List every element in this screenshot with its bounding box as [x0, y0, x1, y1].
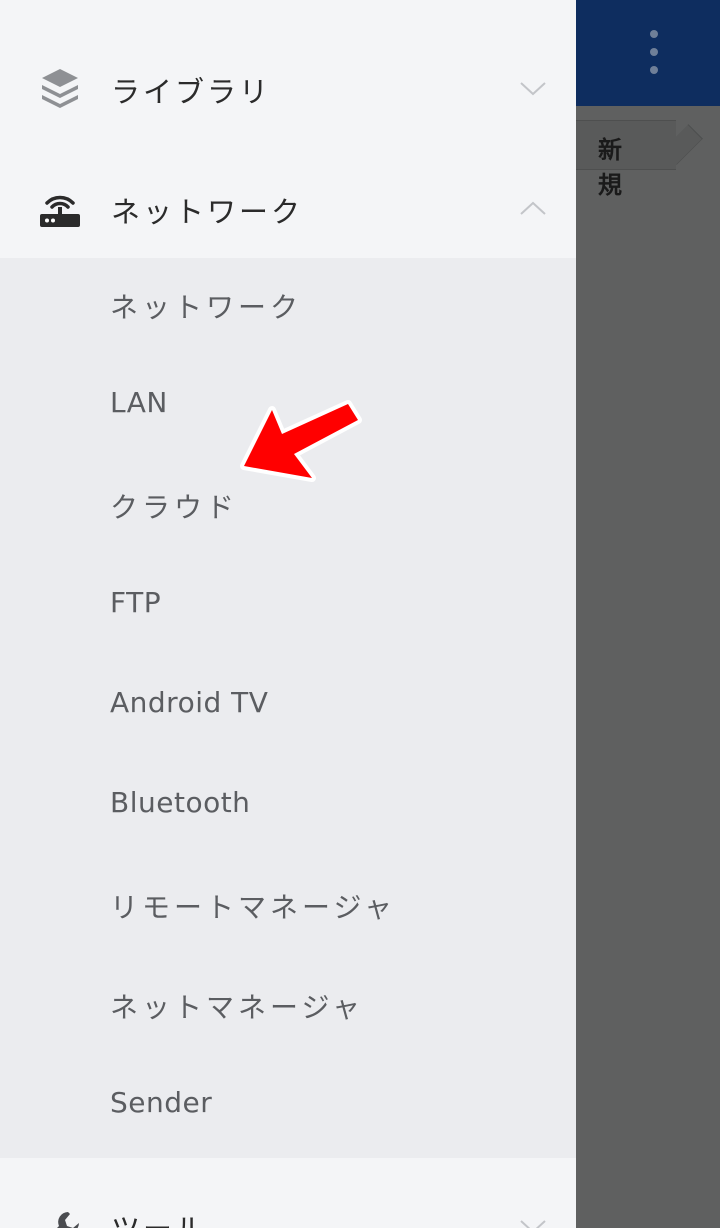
nav-group-label: ネットワーク	[111, 195, 304, 229]
submenu-item-label: Bluetooth	[110, 786, 251, 819]
submenu-item-net-manager[interactable]: ネットマネージャ	[0, 958, 576, 1058]
submenu-item-lan[interactable]: LAN	[0, 358, 576, 458]
submenu-item-label: ネットワーク	[110, 291, 303, 324]
submenu-item-label: ネットマネージャ	[110, 991, 365, 1024]
chevron-up-icon[interactable]	[518, 198, 548, 218]
navigation-drawer: ライブラリ ネットワーク ネットワーク LAN クラウド FTP Android…	[0, 0, 576, 1228]
nav-group-label: ツール	[111, 1206, 207, 1228]
nav-group-label: ライブラリ	[111, 75, 272, 109]
submenu-item-label: Sender	[110, 1086, 213, 1119]
submenu-item-cloud[interactable]: クラウド	[0, 458, 576, 558]
submenu-item-network[interactable]: ネットワーク	[0, 258, 576, 358]
nav-group-tools[interactable]: ツール	[0, 1158, 576, 1228]
more-options-icon[interactable]	[636, 26, 672, 78]
submenu-item-label: Android TV	[110, 686, 269, 719]
submenu-item-ftp[interactable]: FTP	[0, 558, 576, 658]
layers-icon	[42, 69, 78, 108]
breadcrumb-new-label: 新規	[598, 136, 623, 199]
chevron-down-icon[interactable]	[518, 78, 548, 98]
submenu-item-bluetooth[interactable]: Bluetooth	[0, 758, 576, 858]
nav-group-library[interactable]: ライブラリ	[0, 28, 576, 148]
submenu-item-label: LAN	[110, 386, 168, 419]
chevron-down-icon[interactable]	[518, 1216, 548, 1228]
network-submenu: ネットワーク LAN クラウド FTP Android TV Bluetooth…	[0, 258, 576, 1158]
submenu-item-android-tv[interactable]: Android TV	[0, 658, 576, 758]
wrench-icon	[57, 1212, 79, 1228]
submenu-item-label: リモートマネージャ	[110, 891, 397, 924]
nav-group-network[interactable]: ネットワーク	[0, 148, 576, 268]
submenu-item-label: FTP	[110, 586, 162, 619]
submenu-item-remote-manager[interactable]: リモートマネージャ	[0, 858, 576, 958]
submenu-item-label: クラウド	[110, 491, 239, 524]
submenu-item-sender[interactable]: Sender	[0, 1058, 576, 1158]
router-icon	[40, 195, 80, 227]
